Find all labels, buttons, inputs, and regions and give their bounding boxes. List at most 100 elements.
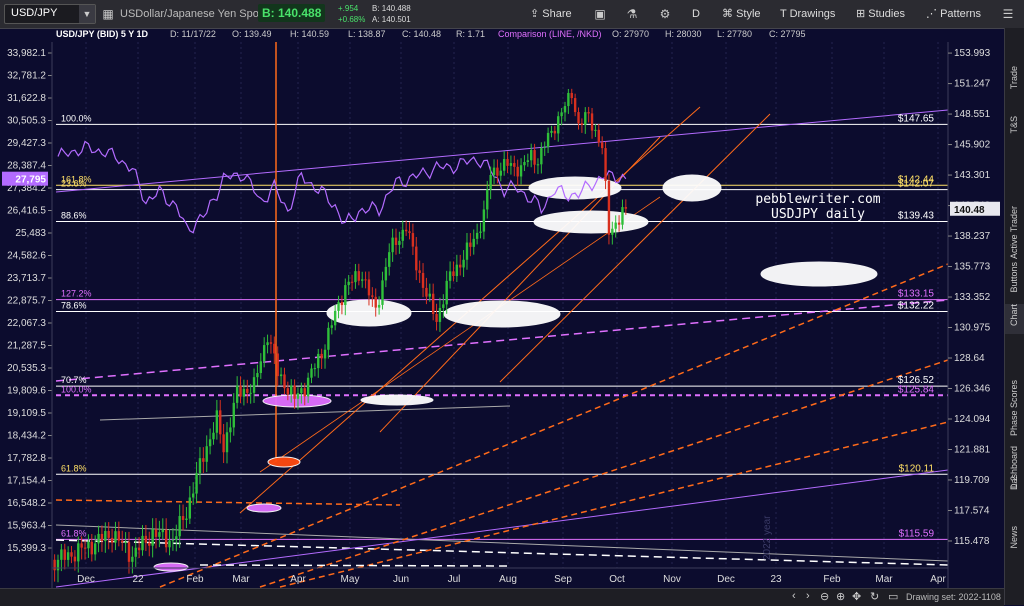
highlight-ellipse (153, 562, 189, 572)
candle-body (313, 368, 317, 370)
candle-body (475, 232, 479, 239)
right-tick-label: 115.478 (954, 536, 990, 547)
right-tick-label: 153.993 (954, 48, 991, 59)
studies-icon: ⊞ (856, 8, 869, 20)
candle-body (415, 246, 418, 271)
symbol-description: USDollar/Japanese Yen Spot (120, 8, 262, 20)
menu-icon[interactable]: ☰ (998, 4, 1018, 24)
candle-body (442, 304, 445, 308)
highlight-ellipse (360, 394, 434, 406)
candle-body (141, 535, 144, 551)
cmp-high: H: 28030 (665, 29, 702, 39)
highlight-ellipse (267, 456, 301, 468)
candle-body (317, 353, 320, 369)
candle-body (421, 272, 425, 288)
candle-body (553, 130, 557, 134)
symbol-text[interactable]: USD/JPY (11, 7, 57, 19)
candle-body (219, 410, 222, 435)
tab-news[interactable]: News (1005, 526, 1024, 554)
patterns-button[interactable]: ⋰ Patterns (926, 4, 981, 24)
candle-body (381, 280, 384, 305)
pan-icon[interactable]: ✥ (852, 590, 861, 603)
symbol-dropdown-icon[interactable]: ▼ (79, 5, 95, 23)
zoom-out-icon[interactable]: ⊖ (820, 590, 829, 603)
share-button[interactable]: ⇪ Share (530, 4, 572, 24)
left-tick-label: 17,782.8 (7, 453, 46, 464)
share-label: Share (542, 8, 572, 20)
candle-body (63, 549, 66, 560)
right-side-tabs: Trade T&S Active Trader Buttons Chart Ph… (1004, 28, 1024, 605)
right-tick-label: 117.574 (954, 505, 990, 516)
tab-level-2[interactable]: L 2 (1005, 476, 1024, 496)
tab-times-sales[interactable]: T&S (1005, 116, 1024, 142)
candle-body (198, 458, 202, 474)
save-icon[interactable]: ▣ (590, 4, 610, 24)
comparison-price-text: 27,795 (15, 175, 46, 186)
left-tick-label: 24,582.6 (7, 250, 46, 261)
candle-body (425, 287, 428, 297)
candle-body (66, 552, 70, 560)
candle-body (222, 434, 225, 453)
candle-body (357, 271, 361, 281)
candle-body (168, 540, 171, 548)
zoom-in-icon[interactable]: ⊕ (836, 590, 845, 603)
month-label: Dec (717, 574, 735, 585)
reset-icon[interactable]: ↻ (870, 590, 879, 603)
info-date: D: 11/17/22 (170, 29, 216, 39)
tab-buttons[interactable]: Buttons (1005, 262, 1024, 306)
candle-body (530, 150, 533, 161)
scroll-left-icon[interactable]: ‹ (792, 590, 796, 602)
candle-body (384, 266, 388, 281)
candle-body (462, 259, 465, 268)
tab-times-sales-label: T&S (1009, 116, 1019, 134)
candle-body (431, 293, 435, 314)
candle-body (290, 385, 293, 395)
candle-body (192, 493, 195, 498)
candle-body (614, 222, 617, 229)
tab-chart[interactable]: Chart (1005, 304, 1024, 334)
candle-body (445, 280, 448, 305)
candle-body (354, 271, 357, 283)
candle-body (361, 279, 364, 281)
price-chart[interactable]: 153.993151.247148.551145.902143.301140.7… (0, 42, 1004, 588)
candle-body (611, 228, 614, 235)
tab-phase-scores[interactable]: Phase Scores (1005, 380, 1024, 442)
symbol-selector[interactable]: USD/JPY ▼ (4, 4, 96, 24)
studies-button[interactable]: ⊞ Studies (856, 4, 905, 24)
highlight-ellipse (528, 176, 622, 200)
candle-body (404, 229, 408, 232)
left-tick-label: 29,427.3 (7, 138, 46, 149)
candle-body (154, 529, 158, 537)
gear-icon[interactable]: ⚙ (655, 4, 675, 24)
candle-body (259, 361, 262, 374)
candle-body (428, 293, 431, 297)
candle-body (398, 240, 401, 245)
month-label: Jul (448, 574, 461, 585)
info-range: R: 1.71 (456, 29, 486, 39)
candle-body (492, 167, 496, 175)
grid-icon[interactable]: ▦ (98, 4, 118, 24)
candle-body (269, 342, 273, 344)
candle-body (624, 207, 628, 209)
right-tick-label: 145.902 (954, 140, 991, 151)
scroll-right-icon[interactable]: › (806, 590, 810, 602)
candle-body (175, 536, 178, 540)
fib-price-label: $133.15 (898, 289, 935, 300)
period-button[interactable]: D (692, 4, 700, 24)
candle-body (124, 542, 127, 544)
candle-body (242, 388, 246, 397)
drawings-button[interactable]: T Drawings (780, 4, 835, 24)
tab-active-trader-label: Active Trader (1009, 206, 1019, 260)
drawing-set-icon[interactable]: ▭ (888, 590, 898, 603)
candle-body (110, 537, 114, 543)
flask-icon[interactable]: ⚗ (622, 4, 642, 24)
drawings-label: Drawings (789, 8, 836, 20)
candle-body (607, 180, 611, 235)
left-tick-label: 15,963.4 (7, 521, 46, 532)
style-button[interactable]: ⌘ Style (722, 4, 761, 24)
candle-body (580, 123, 584, 125)
candle-body (516, 166, 519, 177)
candle-body (80, 543, 83, 548)
right-tick-label: 138.237 (954, 231, 991, 242)
tab-trade[interactable]: Trade (1005, 66, 1024, 96)
